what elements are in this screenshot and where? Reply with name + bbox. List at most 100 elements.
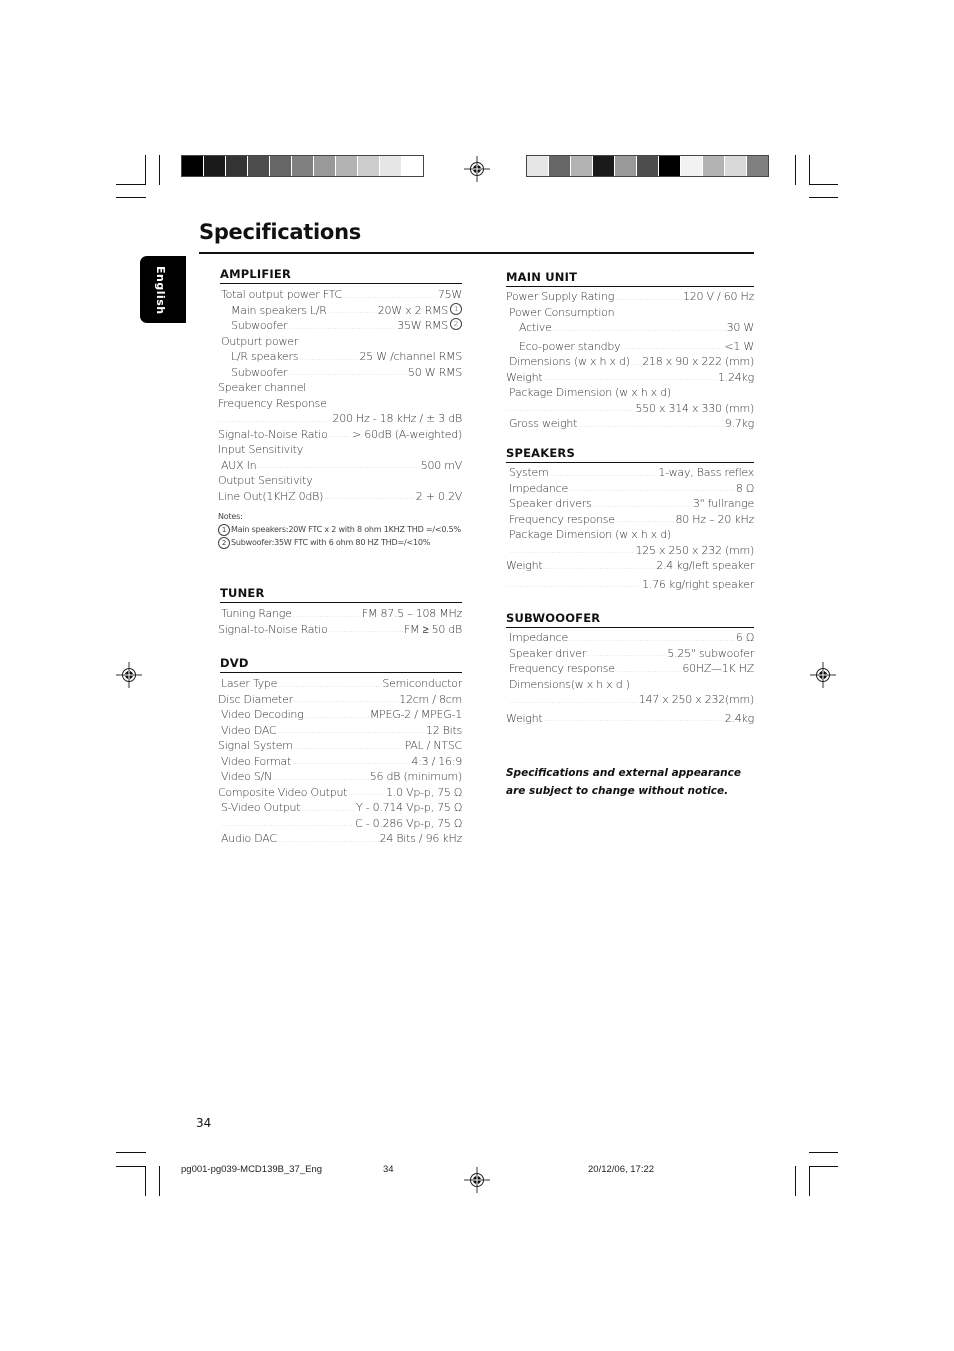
spec-value: 4:3 / 16:9 <box>411 754 462 768</box>
dot-leader <box>593 496 692 512</box>
page-title: Specifications <box>199 220 361 244</box>
color-swatch <box>703 156 725 176</box>
spec-label: Frequency Response <box>218 396 327 410</box>
spec-value: 75W <box>437 288 462 301</box>
spec-row: Signal-to-Noise Ratio > 60dB (A-weighted) <box>218 427 462 443</box>
spec-value: 60HZ—1K HZ <box>682 662 754 675</box>
spec-value: 3" fullrange <box>692 497 754 510</box>
spec-row: 125 x 250 x 232 (mm) <box>506 543 754 559</box>
color-swatch <box>593 156 615 176</box>
spec-value: MPEG-2 / MPEG-1 <box>369 708 462 721</box>
speakers-section: SPEAKERS System 1-way, Bass reflex Impedan… <box>506 446 754 592</box>
dot-leader <box>631 354 641 370</box>
spec-row: Impedance 6 Ω <box>506 630 754 646</box>
dot-leader <box>288 365 407 381</box>
spec-value: 200 Hz - 18 kHz / ± 3 dB <box>332 412 462 425</box>
spec-label: Speaker driver <box>509 646 587 660</box>
footnote-marker: 1 <box>218 523 230 536</box>
spec-row: AUX In 500 mV <box>218 458 462 474</box>
dot-leader <box>553 320 726 336</box>
spec-row: Weight 2.4kg <box>506 711 754 727</box>
color-swatch <box>615 156 637 176</box>
spec-row: Weight 2.4 kg/left speaker <box>506 558 754 574</box>
dot-leader <box>301 800 355 816</box>
dot-leader <box>292 754 410 770</box>
color-swatch <box>226 156 248 176</box>
footnote-marker: 2 <box>218 536 230 549</box>
spec-row: Signal-to-Noise Ratio FM ≥ 50 dB <box>218 622 462 638</box>
color-swatch <box>358 156 380 176</box>
dot-leader <box>343 287 437 303</box>
spec-value: 1-way, Bass reflex <box>658 466 754 479</box>
color-swatch <box>336 156 358 176</box>
crop-mark <box>809 1152 838 1153</box>
spec-row: Weight 1.24kg <box>506 370 754 386</box>
color-swatch <box>402 156 423 176</box>
amplifier-rows: Total output power FTC75WMain speakers L… <box>218 287 462 504</box>
dot-leader <box>348 785 385 801</box>
crop-mark <box>116 1152 146 1153</box>
dot-leader <box>329 622 403 638</box>
dot-leader <box>219 411 331 427</box>
footnote-marker: 1 <box>450 302 462 315</box>
subwoofer-rows: Impedance 6 Ω Speaker driver 5.25" subwoofe… <box>506 630 754 726</box>
spec-label: AUX In <box>221 458 257 472</box>
crop-mark <box>116 184 146 185</box>
crop-mark <box>809 197 838 198</box>
registration-mark-icon <box>810 662 836 688</box>
spec-value: 125 x 250 x 232 (mm) <box>635 543 754 557</box>
color-swatch <box>380 156 402 176</box>
spec-label: Signal System <box>218 739 293 752</box>
title-rule <box>199 252 754 254</box>
color-swatch <box>681 156 703 176</box>
dot-leader <box>294 738 404 754</box>
slug-filename: pg001-pg039-MCD139B_37_Eng <box>181 1164 323 1175</box>
spec-label: S-Video Output <box>221 801 301 814</box>
spec-row: Signal System PAL / NTSC <box>218 738 462 754</box>
spec-row: Subwoofer 35W RMS2 <box>218 318 462 334</box>
spec-row: Disc Diameter 12cm / 8cm <box>218 692 462 708</box>
spec-row: 200 Hz - 18 kHz / ± 3 dB <box>218 411 462 427</box>
spec-label: Signal-to-Noise Ratio <box>218 427 328 441</box>
amplifier-notes: Notes: 1 Main speakers:20W FTC x 2 with 8… <box>218 510 462 549</box>
spec-row: Package Dimension (w x h x d) <box>506 385 754 401</box>
dot-leader <box>569 630 735 646</box>
spec-value: 2.4 kg/left speaker <box>656 559 754 572</box>
crop-mark <box>159 1166 160 1196</box>
color-swatch <box>527 156 549 176</box>
spec-value: 1.0 Vp-p, 75 Ω <box>386 785 462 799</box>
spec-row: System 1-way, Bass reflex <box>506 465 754 481</box>
spec-value: 20W x 2 RMS <box>377 303 449 317</box>
spec-row: Power Supply Rating 120 V / 60 Hz <box>506 289 754 305</box>
spec-row: Tuning Range FM 87.5 – 108 MHz <box>218 606 462 622</box>
spec-value: Y - 0.714 Vp-p, 75 Ω <box>355 801 462 814</box>
spec-label: Dimensions (w x h x d) <box>509 355 630 368</box>
spec-label: Output Sensitivity <box>218 474 313 487</box>
spec-label: Disc Diameter <box>218 692 293 706</box>
spec-row: 147 x 250 x 232(mm) <box>506 692 754 708</box>
color-swatch <box>270 156 292 176</box>
spec-label: Impedance <box>509 481 568 495</box>
dot-leader <box>324 489 415 505</box>
spec-row: Total output power FTC 75W <box>218 287 462 303</box>
spec-label: Weight <box>506 711 543 725</box>
spec-value: 1.24kg <box>718 370 754 384</box>
main-unit-rows: Power Supply Rating 120 V / 60 Hz Power Co… <box>506 289 754 432</box>
spec-label: Video S/N <box>221 770 272 783</box>
spec-value: 550 x 314 x 330 (mm) <box>635 401 754 415</box>
spec-row: S-Video Output Y - 0.714 Vp-p, 75 Ω <box>218 800 462 816</box>
spec-row: Speaker channel <box>218 380 462 396</box>
dot-leader <box>543 370 717 386</box>
spec-value: 1.76 kg/right speaker <box>642 577 754 591</box>
crop-mark <box>145 155 146 185</box>
spec-row: 1.76 kg/right speaker <box>506 577 754 593</box>
note-text: Subwoofer:35W FTC with 6 ohm 80 HZ THD=/… <box>231 538 431 547</box>
spec-row: Dimensions(w x h x d ) <box>506 677 754 693</box>
spec-row: Frequency response 60HZ—1K HZ <box>506 661 754 677</box>
language-tab-label: English <box>154 266 167 315</box>
color-swatch <box>725 156 747 176</box>
spec-label: Frequency response <box>509 512 615 526</box>
dot-leader <box>273 769 369 785</box>
color-swatch <box>292 156 314 176</box>
dot-leader <box>543 558 655 574</box>
